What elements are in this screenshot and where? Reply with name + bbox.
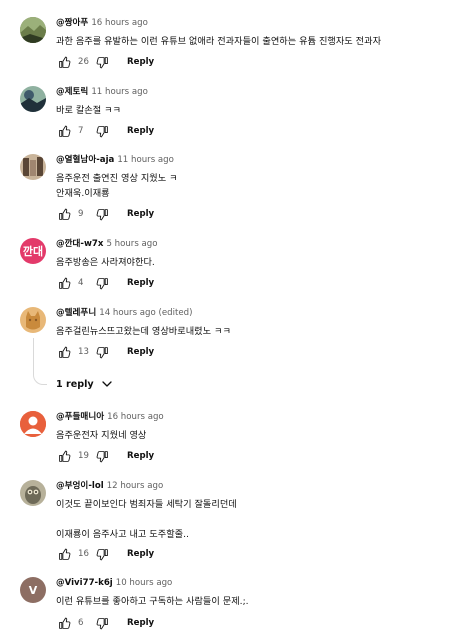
thumbs-down-icon[interactable] [94, 546, 110, 562]
thumbs-up-icon[interactable] [56, 275, 72, 291]
thumbs-down-icon[interactable] [94, 123, 110, 139]
comment-author[interactable]: @텔레푸니 [56, 308, 96, 318]
landscape-avatar-icon [20, 86, 46, 112]
comment-actions: 16 Reply [56, 546, 256, 562]
like-count: 7 [78, 126, 84, 136]
comment-author[interactable]: @짱아푸 [56, 18, 88, 28]
comment-text: 음주운전 출연진 영상 지웠노 ㅋ 안재욱.이재룡 [56, 173, 178, 199]
thumbs-up-icon[interactable] [56, 344, 72, 360]
thumbs-down-icon[interactable] [94, 206, 110, 222]
comment-author[interactable]: @깐대-w7x [56, 239, 103, 249]
letter-avatar-icon: 깐대 [22, 245, 44, 258]
comment-text: 바로 칼손절 ㅋㅋ [56, 105, 122, 116]
thumbs-up-icon[interactable] [56, 448, 72, 464]
comment-text: 음주운전자 지웠네 영상 [56, 430, 147, 441]
reply-button[interactable]: Reply [127, 347, 154, 357]
comment-author[interactable]: @푸들매니아 [56, 412, 104, 422]
comment-timestamp[interactable]: 16 hours ago [91, 18, 148, 28]
replies-thread-line [33, 338, 47, 385]
thumbs-down-icon[interactable] [94, 54, 110, 70]
comment-actions: 26 Reply [56, 54, 256, 70]
like-count: 9 [78, 209, 84, 219]
comment-author[interactable]: @Vivi77-k6j [56, 578, 113, 588]
comment-timestamp[interactable]: 12 hours ago [107, 481, 164, 491]
comment-author[interactable]: @열혈남아-aja [56, 155, 114, 165]
reply-button[interactable]: Reply [127, 126, 154, 136]
comment-actions: 6 Reply [56, 615, 256, 631]
avatar[interactable] [20, 86, 46, 112]
comment-timestamp[interactable]: 14 hours ago (edited) [99, 308, 192, 318]
comment-actions: 7 Reply [56, 123, 256, 139]
like-count: 13 [78, 347, 89, 357]
comment-actions: 13 Reply [56, 344, 256, 360]
avatar[interactable]: V [20, 577, 46, 603]
reply-button[interactable]: Reply [127, 451, 154, 461]
comment-actions: 4 Reply [56, 275, 256, 291]
comment-author[interactable]: @제토릭 [56, 87, 88, 97]
like-count: 26 [78, 57, 89, 67]
comment-timestamp[interactable]: 16 hours ago [107, 412, 164, 422]
thumbs-up-icon[interactable] [56, 123, 72, 139]
comment-actions: 9 Reply [56, 206, 256, 222]
like-count: 6 [78, 618, 84, 628]
thumbs-up-icon[interactable] [56, 546, 72, 562]
comment-actions: 19 Reply [56, 448, 256, 464]
comment-timestamp[interactable]: 10 hours ago [116, 578, 173, 588]
thumbs-up-icon[interactable] [56, 206, 72, 222]
avatar[interactable] [20, 411, 46, 437]
thumbs-down-icon[interactable] [94, 275, 110, 291]
avatar[interactable] [20, 17, 46, 43]
comment-timestamp[interactable]: 5 hours ago [106, 239, 157, 249]
thumbs-down-icon[interactable] [94, 448, 110, 464]
thumbs-down-icon[interactable] [94, 615, 110, 631]
show-replies-button[interactable]: 1 reply [56, 378, 113, 390]
comment-text: 음주방송은 사라져야한다. [56, 257, 155, 268]
photo-avatar-icon [20, 154, 46, 180]
avatar[interactable] [20, 154, 46, 180]
comment-author[interactable]: @부엉이-lol [56, 481, 104, 491]
comment-text: 이런 유튜브를 좋아하고 구독하는 사람들이 문제.;. [56, 596, 249, 607]
avatar[interactable]: 깐대 [20, 238, 46, 264]
reply-button[interactable]: Reply [127, 549, 154, 559]
thumbs-up-icon[interactable] [56, 615, 72, 631]
like-count: 19 [78, 451, 89, 461]
avatar[interactable] [20, 480, 46, 506]
reply-button[interactable]: Reply [127, 278, 154, 288]
comment-timestamp[interactable]: 11 hours ago [91, 87, 148, 97]
owl-photo-avatar-icon [20, 480, 46, 506]
comment-timestamp[interactable]: 11 hours ago [117, 155, 174, 165]
chevron-down-icon [102, 381, 112, 387]
comment-text: 이것도 끝이보인다 범죄자들 세탁기 잘돌리던데 이재룡이 음주사고 내고 도주… [56, 499, 237, 540]
reply-button[interactable]: Reply [127, 618, 154, 628]
reply-button[interactable]: Reply [127, 209, 154, 219]
replies-count-label: 1 reply [56, 378, 94, 390]
like-count: 16 [78, 549, 89, 559]
letter-avatar-icon: V [28, 583, 38, 597]
landscape-avatar-icon [20, 17, 46, 43]
like-count: 4 [78, 278, 84, 288]
thumbs-up-icon[interactable] [56, 54, 72, 70]
avatar[interactable] [20, 307, 46, 333]
comment-text: 과한 음주를 유발하는 이런 유튜브 없애라 전과자들이 출연하는 유튭 진행자… [56, 36, 382, 47]
cat-avatar-icon [20, 307, 46, 333]
default-person-avatar-icon [20, 411, 46, 437]
comment-text: 음주걸린뉴스뜨고왔는데 영상바로내렸노 ㅋㅋ [56, 326, 231, 337]
reply-button[interactable]: Reply [127, 57, 154, 67]
thumbs-down-icon[interactable] [94, 344, 110, 360]
